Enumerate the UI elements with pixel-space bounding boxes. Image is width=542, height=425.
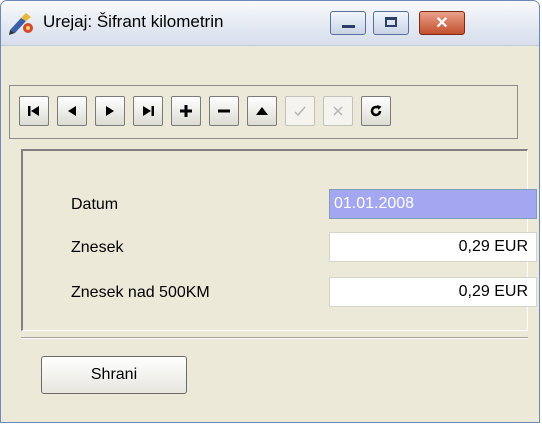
prior-icon [68, 106, 76, 116]
form-panel: Datum 01.01.2008 Znesek 0,29 EUR Znesek … [21, 149, 537, 331]
footer-divider [21, 337, 528, 339]
refresh-record-button[interactable] [361, 96, 391, 126]
znesek-nad-label: Znesek nad 500KM [71, 284, 210, 301]
up-triangle-icon [256, 107, 268, 115]
datum-label: Datum [71, 196, 119, 213]
check-icon [294, 106, 306, 117]
prior-record-button[interactable] [57, 96, 87, 126]
minimize-icon [342, 25, 355, 28]
minimize-button[interactable] [330, 11, 366, 35]
refresh-icon [370, 105, 382, 117]
maximize-button[interactable] [373, 11, 409, 35]
edit-record-button[interactable] [247, 96, 277, 126]
znesek-nad-field[interactable]: 0,29 EUR [329, 277, 537, 307]
pen-paint-app-icon [9, 13, 33, 35]
window-title: Urejaj: Šifrant kilometrin [43, 12, 224, 31]
post-record-button[interactable] [285, 96, 315, 126]
editor-window: Urejaj: Šifrant kilometrin ✕ Datum 01.01… [0, 0, 540, 423]
first-icon [28, 106, 39, 116]
close-icon: ✕ [435, 15, 449, 32]
znesek-field[interactable]: 0,29 EUR [329, 232, 537, 262]
maximize-icon [385, 17, 397, 27]
save-button[interactable]: Shrani [41, 356, 187, 394]
insert-record-button[interactable] [171, 96, 201, 126]
delete-record-button[interactable] [209, 96, 239, 126]
cancel-x-icon [333, 106, 343, 116]
record-navigator [9, 85, 518, 139]
next-icon [106, 106, 114, 116]
close-button[interactable]: ✕ [419, 11, 465, 35]
znesek-label: Znesek [71, 239, 124, 256]
title-bar[interactable]: Urejaj: Šifrant kilometrin ✕ [1, 1, 539, 46]
first-record-button[interactable] [19, 96, 49, 126]
datum-field[interactable]: 01.01.2008 [329, 189, 537, 219]
plus-icon [180, 105, 192, 117]
minus-icon [218, 109, 230, 113]
last-icon [143, 106, 154, 116]
last-record-button[interactable] [133, 96, 163, 126]
cancel-record-button[interactable] [323, 96, 353, 126]
next-record-button[interactable] [95, 96, 125, 126]
